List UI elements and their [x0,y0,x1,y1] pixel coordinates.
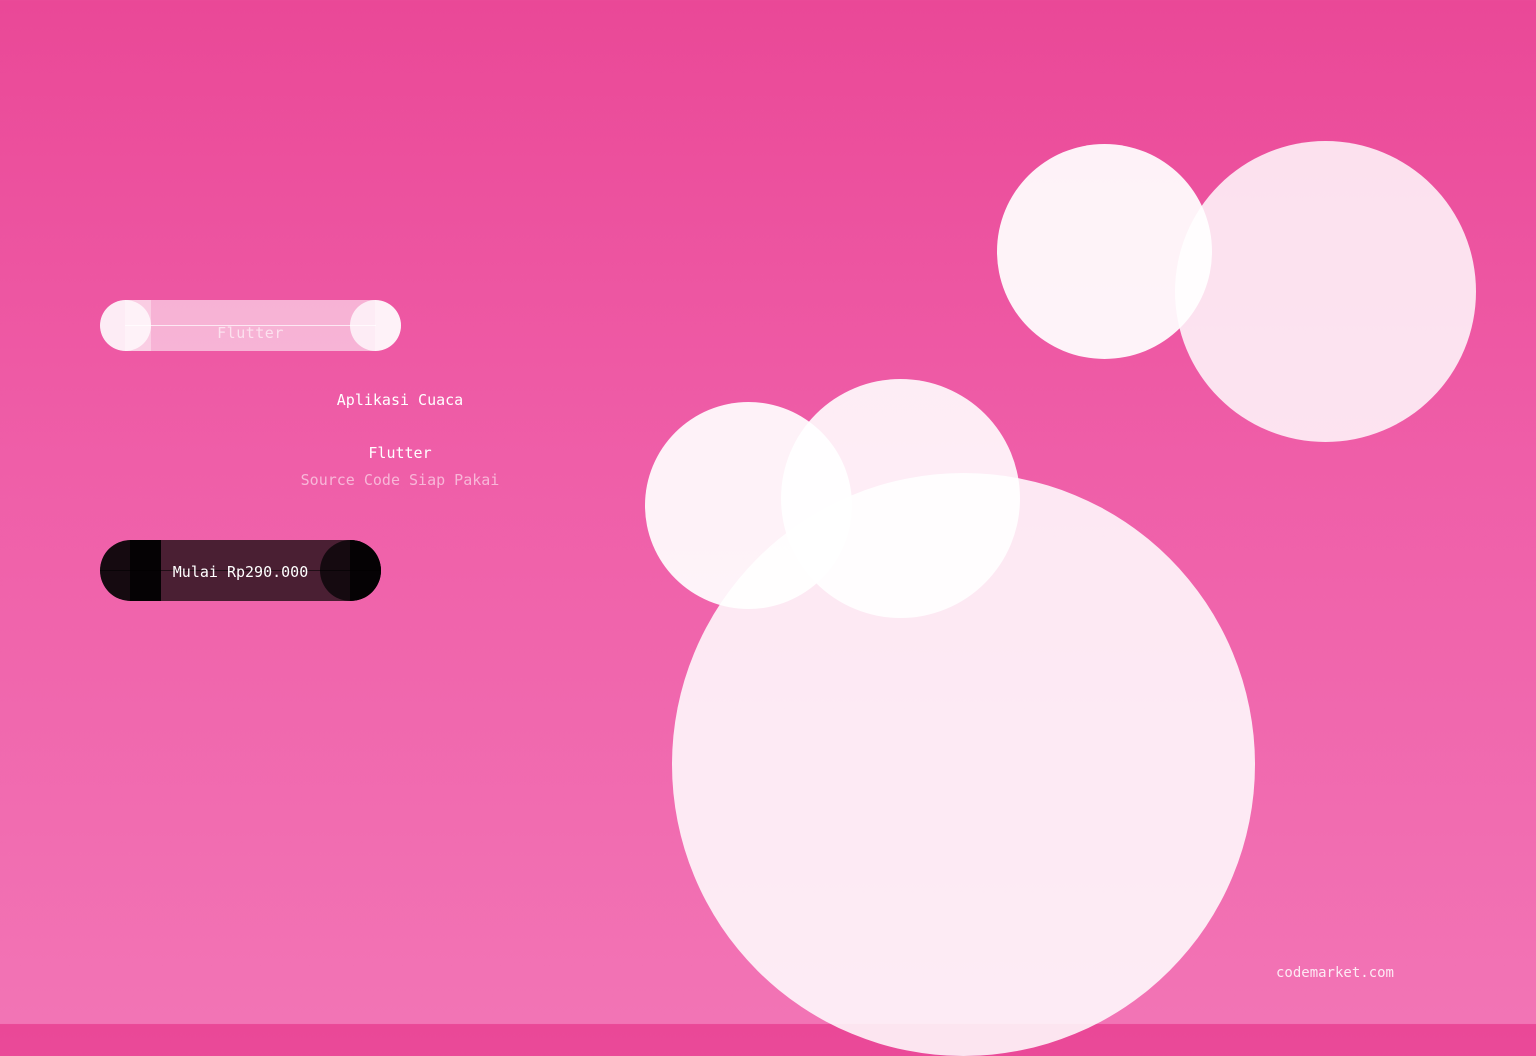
start-price-button[interactable]: Mulai Rp290.000 [100,540,381,601]
page-title: Aplikasi Cuaca [336,391,464,409]
start-price-label: Mulai Rp290.000 [172,563,309,581]
tag-label: Flutter [217,324,284,342]
platform-tag: Flutter [100,300,401,351]
footer-site-link[interactable]: codemarket.com [1235,965,1435,981]
page-caption: Source Code Siap Pakai [300,471,500,489]
decorative-circle [672,473,1255,1056]
page-subtitle: Flutter [368,444,432,462]
decorative-circle [1175,141,1476,442]
